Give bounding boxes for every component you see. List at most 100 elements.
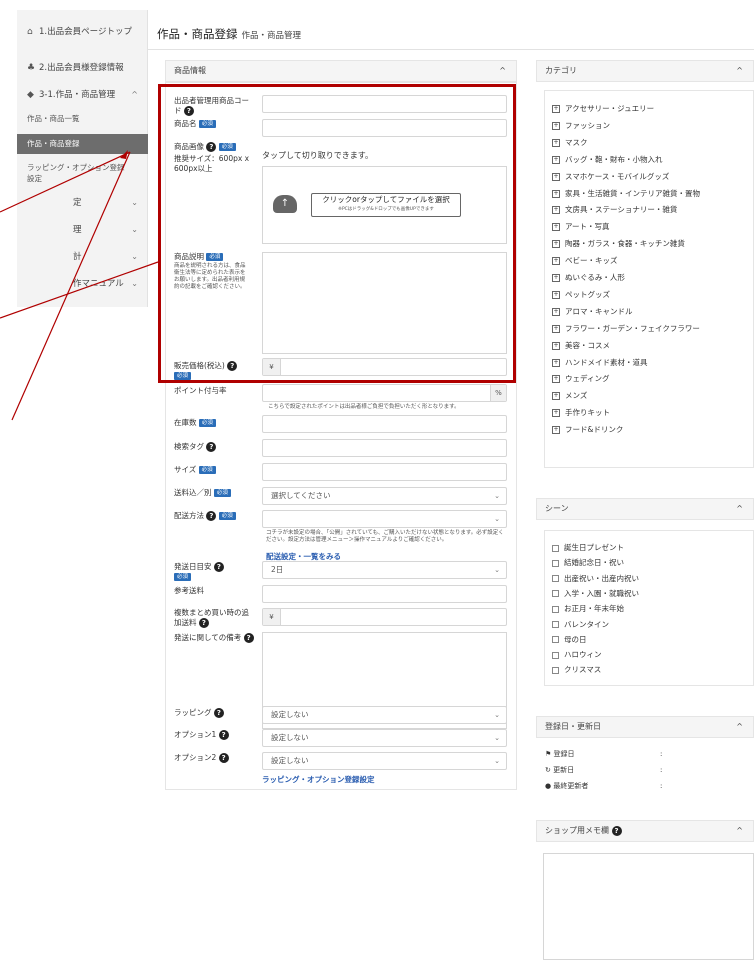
- help-icon[interactable]: ?: [611, 825, 622, 836]
- category-item[interactable]: + フード&ドリンク: [552, 425, 623, 435]
- sidebar-item-settings[interactable]: 定 ⌄: [17, 197, 148, 209]
- category-item[interactable]: + メンズ: [552, 391, 587, 401]
- expand-plus-icon[interactable]: +: [552, 307, 560, 316]
- category-item[interactable]: + ハンドメイド素材・道具: [552, 358, 648, 368]
- category-item[interactable]: + アクセサリー・ジュエリー: [552, 104, 654, 114]
- category-item[interactable]: + アロマ・キャンドル: [552, 307, 633, 317]
- scene-item[interactable]: お正月・年末年始: [552, 604, 624, 614]
- expand-plus-icon[interactable]: +: [552, 206, 560, 215]
- scene-checkbox[interactable]: [552, 605, 559, 613]
- help-icon[interactable]: ?: [213, 708, 224, 718]
- scene-item[interactable]: ハロウィン: [552, 650, 602, 660]
- help-icon[interactable]: ?: [206, 442, 217, 452]
- sidebar-item-products[interactable]: ◆ 3-1.作品・商品管理 ^: [17, 89, 148, 101]
- expand-plus-icon[interactable]: +: [552, 426, 560, 435]
- sidebar-item-top[interactable]: ⌂ 1.出品会員ページトップ: [17, 26, 148, 38]
- sidebar-item-management[interactable]: 理 ⌄: [17, 224, 148, 236]
- expand-plus-icon[interactable]: +: [552, 138, 560, 147]
- category-item[interactable]: + ウェディング: [552, 374, 609, 384]
- expand-plus-icon[interactable]: +: [552, 358, 560, 367]
- wrapping-options-link[interactable]: ラッピング・オプション登録設定: [262, 774, 375, 785]
- tags-input[interactable]: [262, 439, 507, 457]
- home-icon: ⌂: [27, 27, 33, 37]
- ref-shipping-input[interactable]: [262, 585, 507, 603]
- dates-panel-header[interactable]: 登録日・更新日 ^: [536, 716, 754, 738]
- expand-plus-icon[interactable]: +: [552, 105, 560, 113]
- help-icon[interactable]: ?: [213, 562, 224, 572]
- expand-plus-icon[interactable]: +: [552, 240, 560, 249]
- bundle-input[interactable]: ¥: [262, 608, 507, 626]
- category-item[interactable]: + アート・写真: [552, 222, 610, 232]
- expand-plus-icon[interactable]: +: [552, 223, 560, 232]
- sidebar-item-stats[interactable]: 計 ⌄: [17, 251, 148, 263]
- scene-item[interactable]: クリスマス: [552, 665, 601, 675]
- scene-panel-header[interactable]: シーン ^: [536, 498, 754, 520]
- help-icon[interactable]: ?: [218, 730, 229, 740]
- category-item[interactable]: + ベビー・キッズ: [552, 256, 618, 266]
- expand-plus-icon[interactable]: +: [552, 392, 560, 401]
- scene-item[interactable]: 入学・入園・就職祝い: [552, 589, 639, 599]
- expand-plus-icon[interactable]: +: [552, 172, 560, 181]
- option1-select[interactable]: 設定しない ⌄: [262, 729, 507, 747]
- help-icon[interactable]: ?: [198, 618, 209, 628]
- expand-plus-icon[interactable]: +: [552, 290, 560, 299]
- expand-plus-icon[interactable]: +: [552, 189, 560, 198]
- category-item[interactable]: + 文房具・ステーショナリー・雑貨: [552, 205, 677, 215]
- scene-checkbox[interactable]: [552, 621, 559, 628]
- scene-checkbox[interactable]: [552, 666, 559, 674]
- scene-item[interactable]: 結婚記念日・祝い: [552, 558, 624, 568]
- ship-days-select[interactable]: 2日 ⌄: [262, 561, 507, 579]
- box-icon: ◆: [27, 90, 34, 100]
- sidebar-sub-wrapping-options[interactable]: ラッピング・オプション登録設定: [17, 162, 127, 184]
- points-input[interactable]: %: [262, 384, 507, 402]
- scene-checkbox[interactable]: [552, 651, 559, 659]
- category-item[interactable]: + 家具・生活雑貨・インテリア雑貨・置物: [552, 189, 700, 199]
- sidebar-sub-product-list[interactable]: 作品・商品一覧: [17, 110, 148, 128]
- stock-input[interactable]: [262, 415, 507, 433]
- category-item[interactable]: + 美容・コスメ: [552, 341, 610, 351]
- shop-memo-textarea[interactable]: [543, 853, 754, 960]
- category-item[interactable]: + フラワー・ガーデン・フェイクフラワー: [552, 324, 700, 334]
- category-item[interactable]: + 陶器・ガラス・食器・キッチン雑貨: [552, 239, 685, 249]
- product-panel-header[interactable]: 商品情報 ^: [165, 60, 517, 82]
- expand-plus-icon[interactable]: +: [552, 274, 560, 282]
- expand-plus-icon[interactable]: +: [552, 324, 560, 333]
- scene-checkbox[interactable]: [552, 575, 559, 583]
- category-item[interactable]: + 手作りキット: [552, 408, 610, 418]
- scene-checkbox[interactable]: [552, 590, 559, 598]
- expand-plus-icon[interactable]: +: [552, 155, 560, 164]
- chevron-up-icon: ^: [736, 66, 743, 75]
- sidebar-item-manual[interactable]: 作マニュアル ⌄: [17, 278, 148, 290]
- size-input[interactable]: [262, 463, 507, 481]
- category-panel-header[interactable]: カテゴリ ^: [536, 60, 754, 82]
- memo-panel-header[interactable]: ショップ用メモ欄 ? ^: [536, 820, 754, 842]
- help-icon[interactable]: ?: [243, 633, 254, 643]
- option2-select[interactable]: 設定しない ⌄: [262, 752, 507, 770]
- category-item[interactable]: + バッグ・鞄・財布・小物入れ: [552, 155, 663, 165]
- delivery-select[interactable]: ⌄: [262, 510, 507, 528]
- scene-checkbox[interactable]: [552, 636, 559, 644]
- help-icon[interactable]: ?: [218, 753, 229, 763]
- expand-plus-icon[interactable]: +: [552, 375, 560, 384]
- sidebar-sub-product-register[interactable]: 作品・商品登録: [17, 134, 148, 154]
- scene-item[interactable]: バレンタイン: [552, 620, 609, 630]
- scene-item[interactable]: 出産祝い・出産内祝い: [552, 574, 639, 584]
- sidebar-item-member-info[interactable]: ♣ 2.出品会員様登録情報: [17, 62, 148, 74]
- shipping-incl-select[interactable]: 選択してください ⌄: [262, 487, 507, 505]
- category-item[interactable]: + ペットグッズ: [552, 290, 610, 300]
- category-item[interactable]: + ぬいぐるみ・人形: [552, 273, 625, 283]
- scene-item[interactable]: 母の日: [552, 635, 587, 645]
- updated-date-row: ↻ 更新日 :: [545, 766, 663, 774]
- scene-checkbox[interactable]: [552, 559, 559, 567]
- expand-plus-icon[interactable]: +: [552, 257, 560, 266]
- scene-checkbox[interactable]: [552, 544, 559, 552]
- expand-plus-icon[interactable]: +: [552, 121, 560, 130]
- expand-plus-icon[interactable]: +: [552, 341, 560, 350]
- category-item[interactable]: + ファッション: [552, 121, 610, 131]
- scene-item[interactable]: 誕生日プレゼント: [552, 543, 624, 553]
- expand-plus-icon[interactable]: +: [552, 409, 560, 418]
- help-icon[interactable]: ?: [206, 511, 217, 521]
- wrapping-select[interactable]: 設定しない ⌄: [262, 706, 507, 724]
- category-item[interactable]: + スマホケース・モバイルグッズ: [552, 172, 669, 182]
- category-item[interactable]: + マスク: [552, 138, 588, 148]
